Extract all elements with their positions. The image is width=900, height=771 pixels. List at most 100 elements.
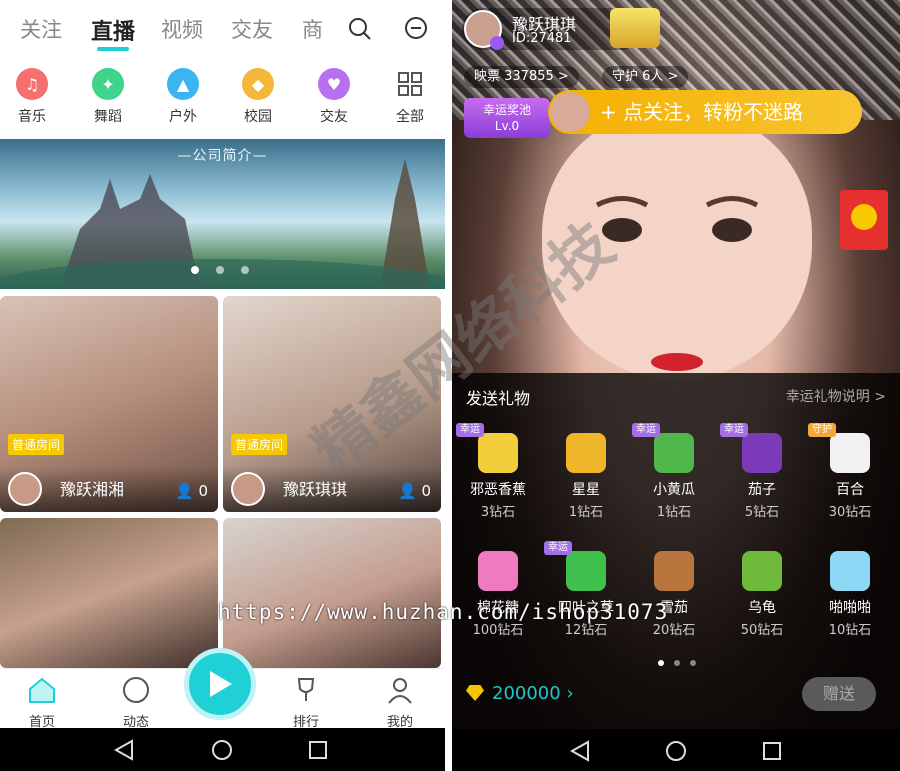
castle-illustration (0, 159, 445, 289)
nav-me[interactable]: 我的 (370, 675, 430, 730)
room-card[interactable]: 普通房间 豫跃湘湘 👤 0 (0, 296, 218, 512)
system-nav-bar (0, 728, 445, 771)
mic-icon (490, 36, 504, 50)
gift-item[interactable]: 幸运 邪恶香蕉 3钻石 (454, 421, 542, 533)
room-card[interactable] (223, 518, 441, 668)
nav-ranking[interactable]: 排行 (276, 675, 336, 730)
tab-follow[interactable]: 关注 (20, 14, 62, 44)
gift-badge: 幸运 (720, 423, 748, 437)
category-all[interactable]: 全部 (380, 68, 440, 126)
gift-icon (478, 433, 518, 473)
gift-item[interactable]: 幸运 茄子 5钻石 (718, 421, 806, 533)
votes-badge[interactable]: 映票 337855 > (464, 66, 579, 88)
gift-item[interactable]: 守护 百合 30钻石 (806, 421, 894, 533)
nav-home[interactable]: 首页 (12, 675, 72, 730)
recents-icon[interactable] (306, 738, 330, 762)
search-icon[interactable] (347, 16, 373, 46)
gift-name: 邪恶香蕉 (470, 482, 526, 498)
home-button-icon[interactable] (210, 738, 234, 762)
music-icon: ♫ (16, 68, 48, 100)
gift-name: 百合 (836, 482, 864, 498)
message-icon[interactable] (403, 16, 429, 46)
home-icon (29, 677, 55, 703)
person-icon (388, 678, 412, 704)
gift-name: 星星 (572, 482, 600, 498)
gift-item[interactable]: 幸运 小黄瓜 1钻石 (630, 421, 718, 533)
category-outdoor[interactable]: ▲ 户外 (153, 68, 213, 126)
gift-icon (654, 551, 694, 591)
dance-icon: ✦ (92, 68, 124, 100)
category-label: 户外 (169, 109, 197, 125)
follow-banner[interactable]: + 点关注，转粉不迷路 (548, 90, 862, 134)
gift-price: 10钻石 (828, 623, 872, 638)
category-label: 交友 (320, 109, 348, 125)
tab-video[interactable]: 视频 (161, 14, 203, 44)
tab-dating[interactable]: 交友 (231, 14, 273, 44)
live-room-screen: 豫跃琪琪 ID:27481 映票 337855 > 守护 6人 > 幸运奖池 L… (452, 0, 900, 771)
gift-icon (654, 433, 694, 473)
top-nav: 关注 直播 视频 交友 商 (0, 0, 445, 58)
balance-value: 200000 (492, 683, 561, 704)
page-indicator (658, 660, 696, 666)
gift-item[interactable]: 乌龟 50钻石 (718, 539, 806, 651)
gift-price: 1钻石 (656, 505, 692, 520)
campus-icon: ◆ (242, 68, 274, 100)
watermark-url: https://www.huzhan.com/ishop31073 (218, 600, 669, 624)
gift-item[interactable]: 棉花糖 100钻石 (454, 539, 542, 651)
red-packet-button[interactable] (840, 190, 888, 250)
go-live-button[interactable] (184, 648, 256, 720)
viewer-count: 👤 0 (175, 482, 208, 500)
gift-icon (742, 433, 782, 473)
heart-icon: ♥ (318, 68, 350, 100)
category-row: ♫ 音乐 ✦ 舞蹈 ▲ 户外 ◆ 校园 ♥ 交友 全部 (0, 68, 445, 132)
gift-icon (566, 433, 606, 473)
screenshot-root: 关注 直播 视频 交友 商 ♫ 音乐 ✦ 舞蹈 ▲ 户外 ◆ 校园 ♥ 交友 全… (0, 0, 900, 771)
viewer-count-value: 0 (421, 482, 431, 500)
person-icon: 👤 (397, 482, 417, 500)
category-campus[interactable]: ◆ 校园 (228, 68, 288, 126)
gift-icon (742, 551, 782, 591)
promo-banner[interactable]: —公司简介— (0, 139, 445, 289)
diamond-balance[interactable]: 200000 › (466, 683, 574, 704)
gift-item[interactable]: 幸运 四叶之草 12钻石 (542, 539, 630, 651)
lucky-gift-info-link[interactable]: 幸运礼物说明 > (786, 386, 886, 406)
gift-badge: 幸运 (632, 423, 660, 437)
viewer-count-value: 0 (198, 482, 208, 500)
gift-item[interactable]: 雪茄 20钻石 (630, 539, 718, 651)
recents-icon[interactable] (760, 739, 784, 763)
lucky-pool-level: Lv.0 (494, 119, 520, 133)
category-dating[interactable]: ♥ 交友 (304, 68, 364, 126)
home-button-icon[interactable] (664, 739, 688, 763)
gift-icon (830, 433, 870, 473)
gift-badge: 幸运 (544, 541, 572, 555)
play-icon (210, 671, 232, 697)
coin-icon (851, 204, 877, 230)
back-icon[interactable] (568, 739, 592, 763)
gift-name: 茄子 (748, 482, 776, 498)
room-card[interactable] (0, 518, 218, 668)
gift-price: 3钻石 (480, 505, 516, 520)
gift-icon (478, 551, 518, 591)
diamond-icon (466, 685, 484, 701)
gift-item[interactable]: 啪啪啪 10钻石 (806, 539, 894, 651)
avatar (550, 92, 590, 132)
tab-live[interactable]: 直播 (91, 14, 135, 46)
host-id: ID:27481 (512, 31, 572, 46)
gift-badge: 守护 (808, 423, 836, 437)
compass-icon (123, 677, 149, 703)
lucky-pool-badge[interactable]: 幸运奖池 Lv.0 (464, 98, 550, 138)
back-icon[interactable] (112, 738, 136, 762)
gift-item[interactable]: 星星 1钻石 (542, 421, 630, 533)
send-gift-button[interactable]: 赠送 (802, 677, 876, 711)
nav-feed[interactable]: 动态 (106, 675, 166, 730)
category-dance[interactable]: ✦ 舞蹈 (78, 68, 138, 126)
room-tag: 普通房间 (8, 434, 65, 455)
avatar (8, 472, 42, 506)
cup-icon[interactable] (610, 8, 660, 48)
guard-badge[interactable]: 守护 6人 > (602, 66, 689, 88)
tab-shop[interactable]: 商 (302, 14, 323, 44)
viewer-count: 👤 0 (398, 482, 431, 500)
category-music[interactable]: ♫ 音乐 (2, 68, 62, 126)
gift-name: 乌龟 (748, 600, 776, 616)
lucky-pool-title: 幸运奖池 (482, 103, 531, 117)
